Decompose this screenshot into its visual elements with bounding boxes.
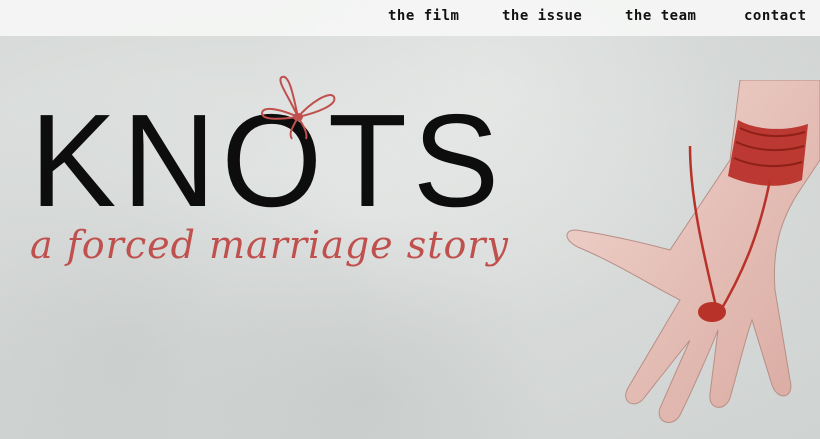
nav-link-contact[interactable]: contact	[744, 8, 807, 24]
bow-icon	[260, 75, 336, 140]
nav-link-the-issue[interactable]: the issue	[502, 8, 582, 24]
nav-link-the-team[interactable]: the team	[625, 8, 696, 24]
hand-illustration	[566, 80, 820, 423]
top-navbar: the film the issue the team contact	[0, 0, 820, 36]
site-logo[interactable]: KNOTS a forced marriage story	[30, 75, 510, 275]
logo-tagline: a forced marriage story	[30, 223, 510, 267]
nav-link-the-film[interactable]: the film	[388, 8, 459, 24]
